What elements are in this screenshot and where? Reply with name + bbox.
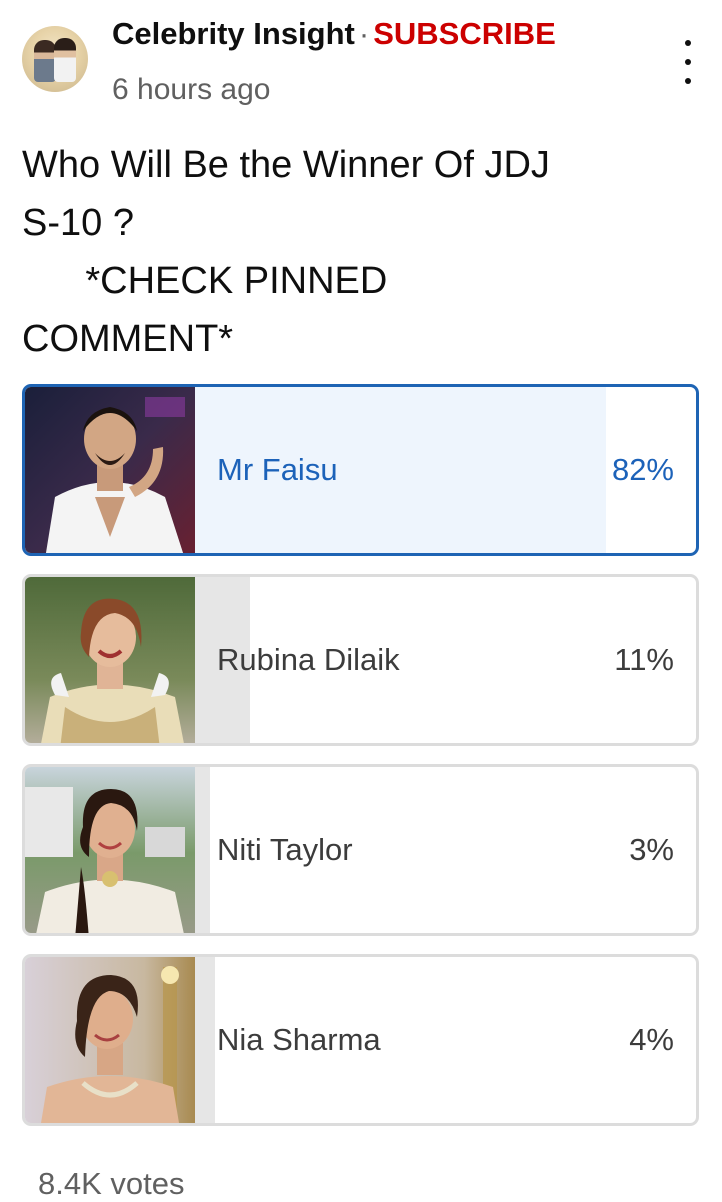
channel-avatar[interactable] [22, 26, 88, 92]
poll-option-label: Niti Taylor [217, 832, 353, 867]
avatar-figure-left [34, 40, 56, 82]
vote-count: 8.4K votes [38, 1166, 185, 1201]
post-header: Celebrity Insight · SUBSCRIBE 6 hours ago [0, 0, 722, 120]
menu-dot [685, 78, 691, 84]
poll-option-niti-taylor[interactable]: Niti Taylor 3% [22, 764, 699, 936]
option-image [25, 957, 195, 1123]
avatar-figure-right [54, 38, 76, 82]
option-image [25, 767, 195, 933]
menu-dot [685, 40, 691, 46]
poll-question: Who Will Be the Winner Of JDJ S-10 ? *CH… [22, 144, 550, 360]
option-image [25, 577, 195, 743]
poll-option-percent: 82% [611, 452, 674, 487]
channel-name[interactable]: Celebrity Insight [112, 16, 355, 51]
poll-option-label: Rubina Dilaik [217, 642, 400, 677]
poll-option-mr-faisu[interactable]: Mr Faisu 82% [22, 384, 699, 556]
post-time: 6 hours ago [112, 73, 271, 106]
poll-option-percent: 11% [614, 642, 674, 677]
menu-dot [685, 59, 691, 65]
poll-option-label: Nia Sharma [217, 1022, 381, 1057]
separator: · [358, 16, 370, 51]
poll-option-label: Mr Faisu [217, 452, 338, 487]
more-vertical-icon[interactable] [676, 40, 700, 84]
channel-line: Celebrity Insight · SUBSCRIBE [112, 14, 556, 54]
subscribe-button[interactable]: SUBSCRIBE [373, 16, 556, 51]
poll-option-nia-sharma[interactable]: Nia Sharma 4% [22, 954, 699, 1126]
poll-option-percent: 3% [629, 832, 674, 867]
poll-option-rubina-dilaik[interactable]: Rubina Dilaik 11% [22, 574, 699, 746]
poll-option-percent: 4% [629, 1022, 674, 1057]
option-image [25, 387, 195, 553]
